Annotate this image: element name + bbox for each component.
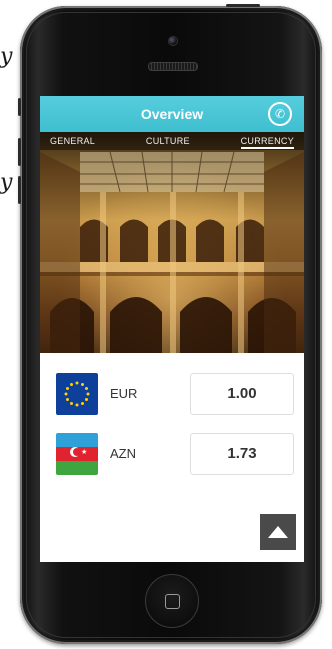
home-button[interactable] <box>145 574 199 628</box>
eu-flag-icon <box>56 373 98 415</box>
triangle-up-icon <box>268 526 288 538</box>
crescent-icon <box>70 447 81 457</box>
app-screen: Overview ✆ GENERAL CULTURE CURRENCY EUR … <box>40 96 304 562</box>
earpiece-speaker <box>148 62 198 71</box>
volume-up-button <box>18 138 21 166</box>
phone-frame: Overview ✆ GENERAL CULTURE CURRENCY EUR … <box>18 4 322 644</box>
currency-row-eur: EUR 1.00 <box>56 373 294 415</box>
power-button <box>226 4 260 7</box>
currency-code: AZN <box>110 446 136 461</box>
scroll-to-top-button[interactable] <box>260 514 296 550</box>
currency-converter: EUR 1.00 ★ AZN 1.73 <box>40 353 304 562</box>
amount-input-eur[interactable]: 1.00 <box>190 373 294 415</box>
phone-icon[interactable]: ✆ <box>268 102 292 126</box>
mute-switch <box>18 98 21 116</box>
home-square-icon <box>164 593 180 609</box>
app-header: Overview ✆ <box>40 96 304 132</box>
hero-image: GENERAL CULTURE CURRENCY <box>40 132 304 353</box>
tab-general[interactable]: GENERAL <box>50 132 95 150</box>
star-icon: ★ <box>81 448 88 456</box>
stray-glyph: y <box>0 170 13 195</box>
tab-culture[interactable]: CULTURE <box>146 132 190 150</box>
tab-currency[interactable]: CURRENCY <box>240 132 295 150</box>
front-camera <box>168 36 178 46</box>
eu-stars-icon <box>64 381 90 407</box>
currency-code: EUR <box>110 386 138 401</box>
tab-bar: GENERAL CULTURE CURRENCY <box>40 132 304 150</box>
stray-glyph: y <box>0 44 13 69</box>
azerbaijan-flag-icon: ★ <box>56 433 98 475</box>
amount-input-azn[interactable]: 1.73 <box>190 433 294 475</box>
volume-down-button <box>18 176 21 204</box>
currency-row-azn: ★ AZN 1.73 <box>56 433 294 475</box>
page-title: Overview <box>140 106 204 122</box>
building-interior-image <box>40 151 304 353</box>
